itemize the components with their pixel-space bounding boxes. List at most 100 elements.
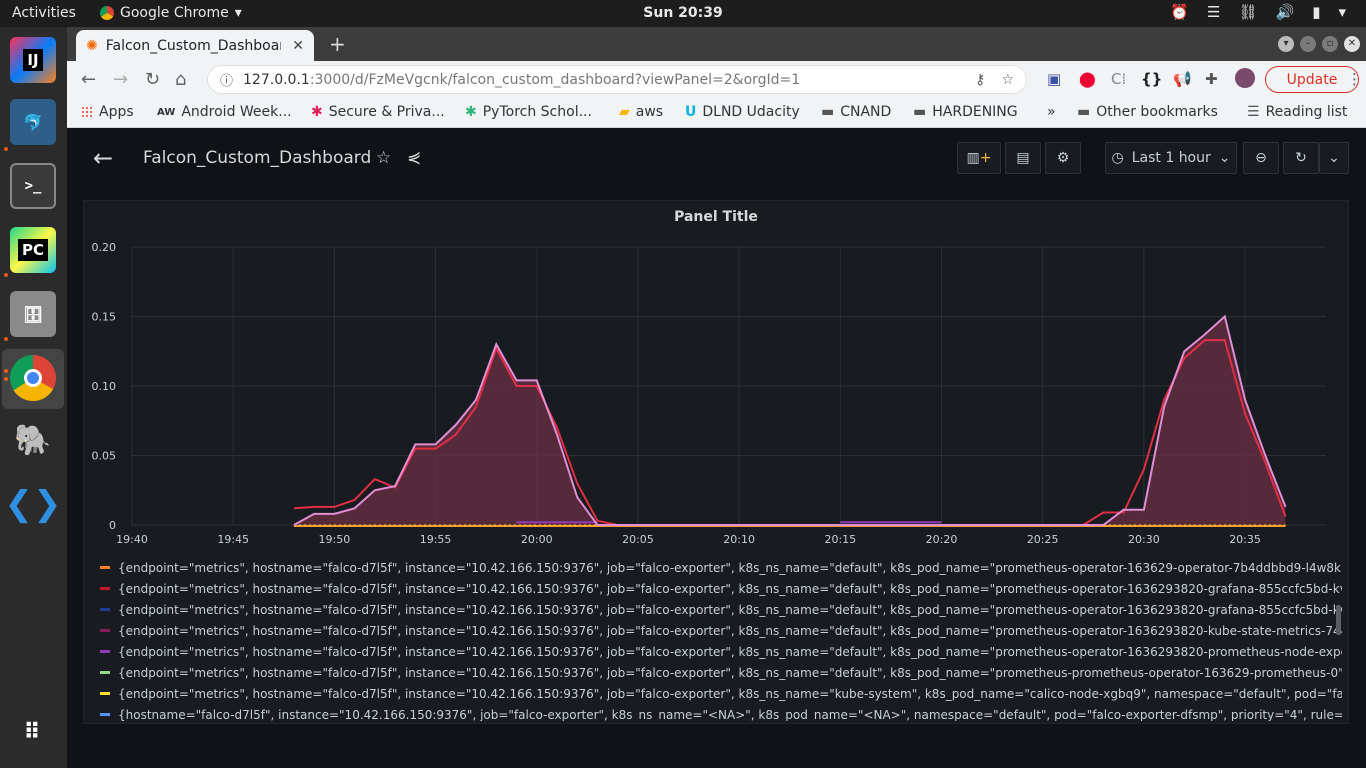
extensions-puzzle-icon[interactable]: ✚ [1205,70,1218,88]
app-menu[interactable]: Google Chrome ▾ [100,5,242,21]
bookmark-aws[interactable]: ▰ aws [619,104,663,120]
info-icon[interactable]: ⓘ [220,70,233,89]
legend-label[interactable]: {endpoint="metrics", hostname="falco-d7l… [118,561,1342,575]
bookmark-label: DLND Udacity [702,104,800,120]
vscode-icon[interactable]: ❮❯ [5,481,62,527]
legend-scrollbar[interactable] [1336,605,1341,635]
update-button[interactable]: Update [1265,66,1359,93]
star-icon[interactable]: ☆ [376,148,391,168]
refresh-interval-dropdown[interactable]: ⌄ [1319,142,1349,174]
legend-swatch[interactable] [100,692,110,695]
legend-item[interactable]: {endpoint="metrics", hostname="falco-d7l… [100,557,1342,578]
back-icon[interactable]: ← [81,69,96,90]
close-icon[interactable]: ✕ [1344,36,1360,52]
legend-item[interactable]: {endpoint="metrics", hostname="falco-d7l… [100,599,1342,620]
menu-icon[interactable]: ☰ [1207,3,1220,21]
key-icon[interactable]: ⚷ [975,72,985,88]
maximize-icon[interactable]: ▫ [1322,36,1338,52]
opera-extension-icon[interactable]: ⬤ [1079,70,1096,88]
bookmark-apps[interactable]: Apps [81,104,134,120]
refresh-button[interactable]: ↻ [1283,142,1319,174]
dashboard-settings-button[interactable]: ⚙ [1045,142,1081,174]
legend-swatch[interactable] [100,629,110,632]
profile-avatar[interactable] [1235,68,1255,88]
legend-swatch[interactable] [100,650,110,653]
legend-label[interactable]: {endpoint="metrics", hostname="falco-d7l… [118,666,1342,680]
show-applications-icon[interactable]: ⠿ [10,709,56,755]
add-panel-button[interactable]: ▥+ [957,142,1001,174]
legend-label[interactable]: {endpoint="metrics", hostname="falco-d7l… [118,603,1342,617]
legend-label[interactable]: {hostname="falco-d7l5f", instance="10.42… [118,708,1342,722]
legend-swatch[interactable] [100,566,110,569]
chrome-icon[interactable] [10,355,56,401]
reading-list[interactable]: ☰ Reading list [1247,104,1347,120]
share-icon[interactable]: ⋞ [407,148,421,168]
menu-kebab-icon[interactable]: ⋮ [1347,70,1362,88]
activities-button[interactable]: Activities [12,5,76,21]
minimize-icon[interactable]: – [1300,36,1316,52]
postgresql-icon[interactable]: 🐘 [10,417,56,463]
power-menu-icon[interactable]: ▾ [1338,3,1346,21]
extension-c-icon[interactable]: C⁞ [1111,70,1126,88]
legend-label[interactable]: {endpoint="metrics", hostname="falco-d7l… [118,645,1342,659]
close-tab-icon[interactable]: ✕ [292,38,304,54]
time-picker-button[interactable]: ◷ Last 1 hour ⌄ [1105,142,1237,174]
clock[interactable]: Sun 20:39 [643,5,722,21]
browser-tab[interactable]: ✺ Falcon_Custom_Dashboard ✕ [76,30,314,61]
back-arrow-icon[interactable]: ← [93,144,113,172]
legend-item[interactable]: {hostname="falco-d7l5f", instance="10.42… [100,704,1342,721]
bookmark-label: HARDENING [932,104,1018,120]
address-bar[interactable]: ⓘ 127.0.0.1:3000/d/FzMeVgcnk/falcon_cust… [207,65,1027,94]
chevron-down-icon: ⌄ [1328,150,1340,166]
forward-icon[interactable]: → [113,69,128,90]
home-icon[interactable]: ⌂ [175,69,186,90]
dashboard-title[interactable]: Falcon_Custom_Dashboard [143,148,371,168]
legend-swatch[interactable] [100,713,110,716]
bookmarks-overflow[interactable]: » [1047,104,1056,120]
bookmark-folder-other[interactable]: ▬ Other bookmarks [1077,104,1218,120]
legend-label[interactable]: {endpoint="metrics", hostname="falco-d7l… [118,582,1342,596]
network-icon[interactable]: ⛓ [1238,3,1257,21]
alarm-icon[interactable]: ⏰ [1170,3,1189,21]
panel-title[interactable]: Panel Title [84,209,1348,225]
legend-label[interactable]: {endpoint="metrics", hostname="falco-d7l… [118,687,1342,701]
bookmark-android-weekly[interactable]: AW Android Week... [157,104,292,120]
timeseries-chart[interactable]: 0.20 0.15 0.10 0.05 019:40 19:45 19:50 19:55 20:… [84,231,1350,551]
dashboard-header: ← Falcon_Custom_Dashboard ☆ ⋞ ▥+ ▤ ⚙ ◷ La… [67,128,1366,188]
bookmark-dlnd-udacity[interactable]: U DLND Udacity [685,104,800,120]
bookmark-star-icon[interactable]: ☆ [1001,72,1014,88]
legend-item[interactable]: {endpoint="metrics", hostname="falco-d7l… [100,662,1342,683]
y-tick-label: 0.10 [92,380,117,393]
bookmark-folder-cnand[interactable]: ▬ CNAND [821,104,891,120]
zoom-out-button[interactable]: ⊖ [1243,142,1279,174]
reload-icon[interactable]: ↻ [145,69,160,90]
pycharm-icon[interactable]: PC [10,227,56,273]
bookmark-folder-hardening[interactable]: ▬ HARDENING [913,104,1018,120]
intellij-icon[interactable]: IJ [10,37,56,83]
save-dashboard-button[interactable]: ▤ [1005,142,1041,174]
terminal-icon[interactable]: >_ [10,163,56,209]
bookmark-label: CNAND [840,104,892,120]
battery-icon[interactable]: ▮ [1312,3,1320,21]
bookmark-pytorch[interactable]: ✱ PyTorch Schol... [465,104,592,120]
extension-p-icon[interactable]: ▣ [1047,70,1061,88]
file-manager-icon[interactable]: 🗄 [10,291,56,337]
bookmark-secure-privacy[interactable]: ✱ Secure & Priva... [311,104,445,120]
legend-label[interactable]: {endpoint="metrics", hostname="falco-d7l… [118,624,1342,638]
legend-item[interactable]: {endpoint="metrics", hostname="falco-d7l… [100,620,1342,641]
x-tick-label: 19:40 [116,533,148,546]
new-tab-icon[interactable]: + [329,32,346,56]
legend-item[interactable]: {endpoint="metrics", hostname="falco-d7l… [100,641,1342,662]
legend-swatch[interactable] [100,671,110,674]
megaphone-icon[interactable]: 📢 [1173,70,1192,88]
legend-swatch[interactable] [100,608,110,611]
legend-item[interactable]: {endpoint="metrics", hostname="falco-d7l… [100,683,1342,704]
mysql-workbench-icon[interactable]: 🐬 [10,99,56,145]
legend-item[interactable]: {endpoint="metrics", hostname="falco-d7l… [100,578,1342,599]
tab-search-icon[interactable]: ▾ [1278,36,1294,52]
json-extension-icon[interactable]: {} [1141,70,1162,88]
volume-icon[interactable]: 🔊 [1276,3,1295,21]
legend-swatch[interactable] [100,587,110,590]
running-indicator [4,369,8,373]
system-tray[interactable]: ⏰ ☰ ⛓ 🔊 ▮ ▾ [1170,3,1346,21]
